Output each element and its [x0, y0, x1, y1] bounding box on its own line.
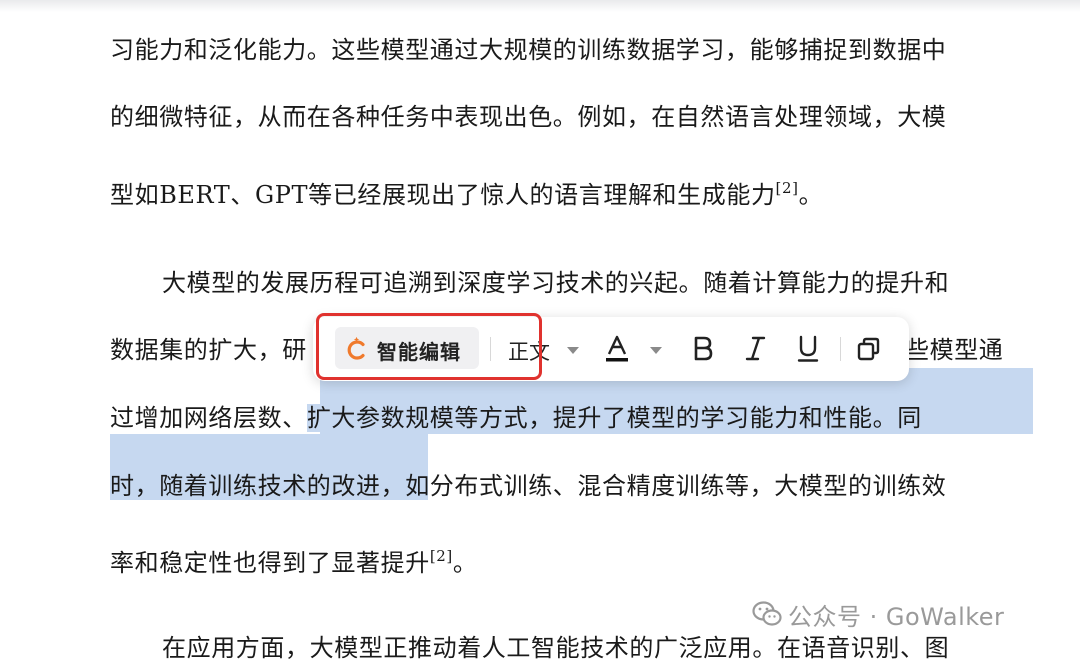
top-shadow — [0, 0, 1080, 12]
paragraph-line: 数据集的扩大，研 — [110, 336, 307, 364]
selected-text[interactable]: 扩大参数规模等方式，提升了模型的学习能力和性能。同 — [306, 404, 922, 432]
wechat-icon — [752, 601, 782, 626]
paragraph-line: 大模型的发展历程可追溯到深度学习技术的兴起。随着计算能力的提升和 — [162, 269, 950, 297]
paragraph-line: 的细微特征，从而在各种任务中表现出色。例如，在自然语言处理领域，大模 — [110, 103, 947, 131]
paragraph-line-tail: 些模型通 — [905, 336, 1004, 364]
underline-u-icon[interactable] — [794, 334, 822, 364]
bold-b-icon[interactable] — [689, 334, 717, 364]
paragraph-line: 率和稳定性也得到了显著提升[2]。 — [110, 547, 478, 578]
paragraph-line: 过增加网络层数、扩大参数规模等方式，提升了模型的学习能力和性能。同 — [110, 404, 922, 432]
watermark-text: 公众号 · GoWalker — [788, 603, 1005, 631]
toolbar-divider — [840, 337, 841, 361]
paragraph-line: 型如BERT、GPT等已经展现出了惊人的语言理解和生成能力[2]。 — [110, 179, 824, 210]
selected-text[interactable]: 时，随着训练技术的改进， — [110, 472, 406, 500]
italic-i-icon[interactable] — [741, 334, 769, 364]
citation-ref[interactable]: [2] — [776, 179, 799, 197]
chevron-down-icon[interactable] — [567, 347, 579, 354]
font-color-a-icon[interactable] — [603, 334, 631, 364]
paragraph-line: 习能力和泛化能力。这些模型通过大规模的训练数据学习，能够捕捉到数据中 — [110, 36, 947, 64]
chevron-down-icon[interactable] — [650, 347, 662, 354]
paragraph-line: 时，随着训练技术的改进，如分布式训练、混合精度训练等，大模型的训练效 — [110, 472, 947, 500]
annotation-highlight-frame — [316, 313, 542, 380]
copy-icon[interactable] — [855, 334, 883, 364]
citation-ref[interactable]: [2] — [430, 547, 453, 565]
